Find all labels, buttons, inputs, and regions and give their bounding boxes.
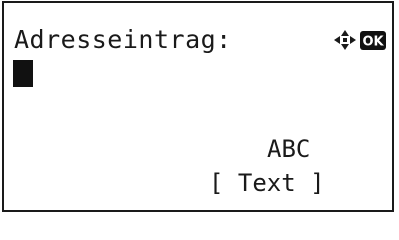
input-mode-indicator: ABC [267, 135, 311, 163]
navigation-indicator: OK [334, 30, 386, 50]
text-softkey[interactable]: [ Text ] [209, 169, 325, 197]
four-way-arrow-icon [334, 30, 356, 50]
ok-badge-label: OK [362, 35, 384, 50]
text-input-cursor[interactable] [13, 60, 33, 87]
lcd-display: Adresseintrag: OK ABC [ Text ] [2, 1, 394, 212]
ok-key-icon: OK [360, 31, 386, 50]
screen-title: Adresseintrag: [14, 25, 232, 54]
